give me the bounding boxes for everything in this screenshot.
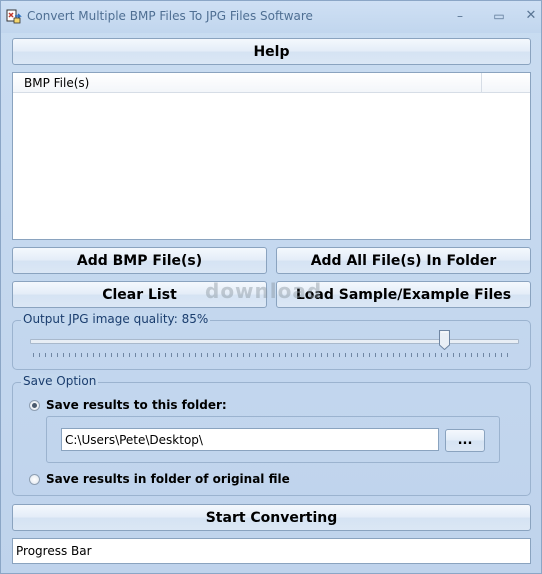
folder-path-input[interactable] — [61, 428, 439, 451]
quality-group: Output JPG image quality: 85% — [12, 312, 531, 370]
radio-save-original-folder[interactable]: Save results in folder of original file — [29, 472, 290, 486]
close-icon[interactable]: ✕ — [519, 7, 542, 25]
save-option-group: Save Option Save results to this folder:… — [12, 374, 531, 496]
app-window: Convert Multiple BMP Files To JPG Files … — [0, 0, 542, 574]
browse-button[interactable]: ... — [445, 429, 485, 452]
progress-label: Progress Bar — [16, 544, 92, 558]
radio-save-to-folder[interactable]: Save results to this folder: — [29, 398, 227, 412]
radio-button-checked[interactable] — [29, 399, 40, 411]
window-title: Convert Multiple BMP Files To JPG Files … — [27, 9, 313, 23]
start-converting-button[interactable]: Start Converting — [12, 504, 531, 531]
quality-slider-thumb[interactable] — [438, 330, 450, 350]
radio-button[interactable] — [29, 473, 40, 485]
list-header: BMP File(s) — [13, 73, 530, 93]
add-bmp-files-button[interactable]: Add BMP File(s) — [12, 247, 267, 274]
column-header-bmp-files[interactable]: BMP File(s) — [13, 73, 482, 92]
clear-list-button[interactable]: Clear List — [12, 281, 267, 308]
help-button[interactable]: Help — [12, 38, 531, 65]
folder-box: ... — [46, 416, 500, 463]
maximize-icon[interactable]: ▭ — [487, 7, 511, 25]
radio-label-save-to-folder: Save results to this folder: — [46, 398, 227, 412]
radio-label-original-folder: Save results in folder of original file — [46, 472, 290, 486]
progress-bar: Progress Bar — [12, 538, 531, 564]
app-icon — [6, 9, 22, 24]
add-folder-button[interactable]: Add All File(s) In Folder — [276, 247, 531, 274]
minimize-icon[interactable]: – — [448, 7, 472, 25]
title-bar[interactable]: Convert Multiple BMP Files To JPG Files … — [1, 1, 541, 33]
quality-label: Output JPG image quality: 85% — [21, 312, 211, 326]
load-sample-button[interactable]: Load Sample/Example Files — [276, 281, 531, 308]
file-list[interactable]: BMP File(s) — [12, 72, 531, 240]
save-option-legend: Save Option — [21, 374, 99, 388]
slider-ticks — [33, 353, 513, 357]
